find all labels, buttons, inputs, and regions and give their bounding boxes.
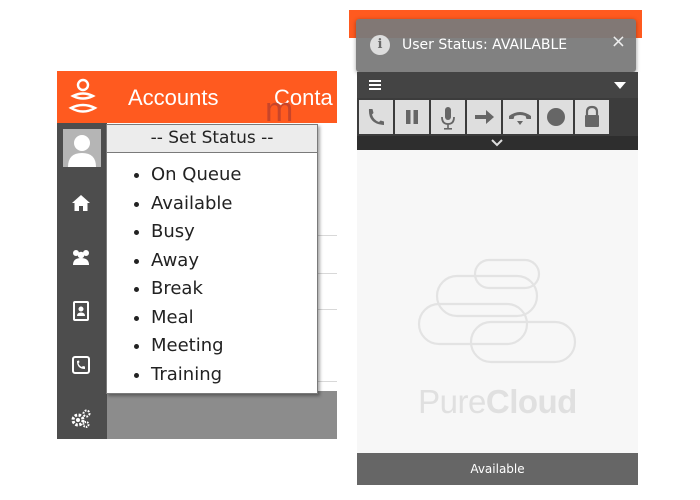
nav-accounts[interactable]: Accounts [128, 85, 219, 111]
crm-overlay-area [107, 391, 337, 439]
purecloud-brand: PureCloud [357, 383, 638, 421]
transfer-arrow-icon [475, 110, 494, 124]
phone-icon [368, 109, 384, 125]
purecloud-header [357, 72, 638, 98]
current-status-bar[interactable]: Available [357, 453, 638, 485]
contact-card-icon[interactable] [69, 299, 93, 323]
crm-top-bar: Accounts Conta [57, 71, 337, 123]
info-icon: i [370, 35, 390, 55]
status-option-available[interactable]: Available [151, 190, 317, 219]
set-status-title[interactable]: -- Set Status -- [107, 125, 317, 153]
genesys-logo-icon[interactable] [66, 78, 100, 118]
purecloud-panel: i User Status: AVAILABLE × PureCloud Ava… [349, 10, 642, 485]
crm-sidebar [57, 123, 107, 439]
status-option-meal[interactable]: Meal [151, 304, 317, 333]
status-option-break[interactable]: Break [151, 275, 317, 304]
pause-icon [406, 110, 418, 124]
close-icon[interactable]: × [611, 31, 626, 52]
hold-button[interactable] [395, 100, 429, 134]
record-icon [547, 108, 565, 126]
chevron-down-icon[interactable] [491, 139, 503, 147]
crm-panel: Accounts Conta m -- Set Status -- • On Q… [57, 71, 337, 439]
phone-icon[interactable] [69, 353, 93, 377]
status-option-busy[interactable]: Busy [151, 218, 317, 247]
status-option-on-queue[interactable]: On Queue [151, 161, 317, 190]
home-icon[interactable] [69, 191, 93, 215]
transfer-button[interactable] [467, 100, 501, 134]
microphone-icon [441, 107, 455, 130]
brand-light-text: Pure [418, 383, 486, 420]
purecloud-cloud-logo-icon [417, 258, 577, 364]
lock-icon [585, 105, 599, 127]
status-toast: i User Status: AVAILABLE × [356, 19, 636, 72]
mute-button[interactable] [431, 100, 465, 134]
hangup-icon [509, 112, 531, 125]
toast-message: User Status: AVAILABLE [402, 37, 568, 53]
set-status-menu[interactable]: -- Set Status -- On Queue Available Busy… [106, 124, 318, 394]
people-icon[interactable] [69, 245, 93, 269]
status-option-training[interactable]: Training [151, 361, 317, 390]
settings-icon[interactable] [69, 407, 93, 431]
avatar[interactable] [63, 129, 101, 167]
call-controls-toolbar [357, 98, 638, 136]
brand-bold-text: Cloud [485, 383, 577, 420]
caret-down-icon[interactable] [614, 82, 626, 90]
status-option-away[interactable]: Away [151, 247, 317, 276]
disconnect-button[interactable] [503, 100, 537, 134]
expand-panel-bar[interactable] [357, 136, 638, 150]
record-button[interactable] [539, 100, 573, 134]
call-button[interactable] [359, 100, 393, 134]
status-option-meeting[interactable]: Meeting [151, 332, 317, 361]
hamburger-menu-icon[interactable] [369, 79, 381, 91]
secure-pause-button[interactable] [575, 100, 609, 134]
purecloud-body: PureCloud [357, 150, 638, 453]
status-options-list: On Queue Available Busy Away Break Meal … [107, 153, 317, 389]
user-avatar-icon [68, 135, 96, 167]
